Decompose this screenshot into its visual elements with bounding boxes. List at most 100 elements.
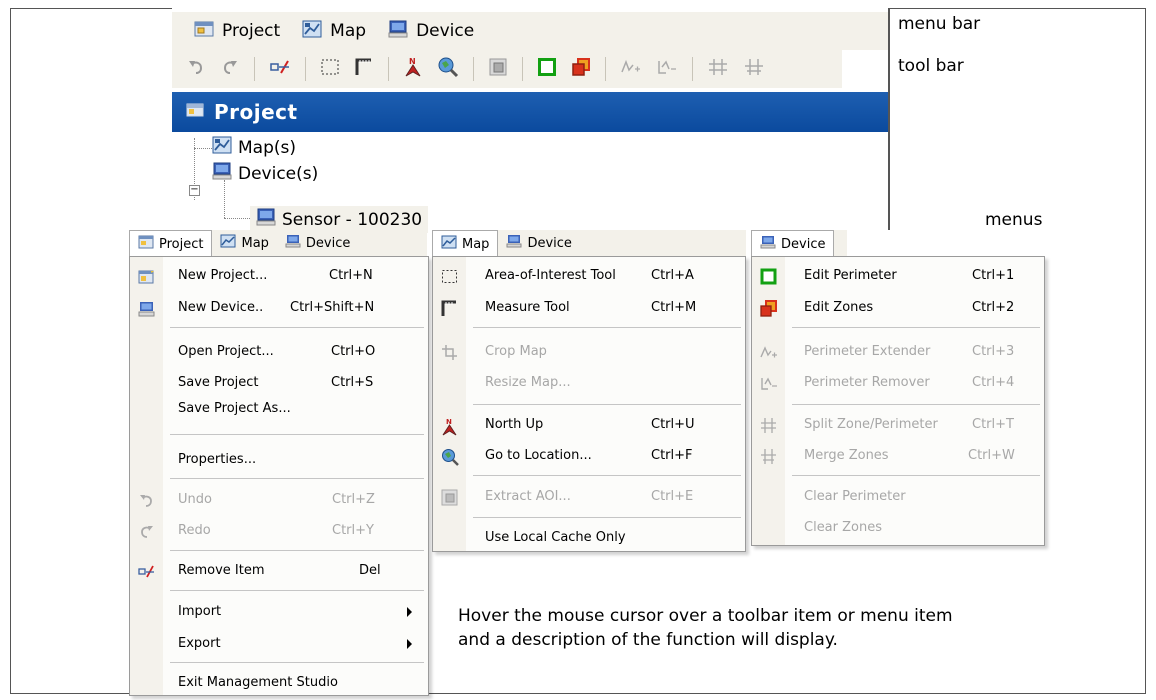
menubar-label: Map <box>330 21 367 41</box>
menu-item-north-up[interactable]: N North Up Ctrl+U <box>433 410 745 440</box>
tree-item-label: Sensor - 100230 <box>282 209 423 230</box>
menu-bar: Project Map Device <box>172 12 888 50</box>
toolbar-separator <box>692 57 693 81</box>
menu-item-measure-tool[interactable]: Measure Tool Ctrl+M <box>433 293 745 323</box>
tab-map[interactable]: Map <box>432 230 499 257</box>
tab-device[interactable]: Device <box>751 230 835 257</box>
menu-item-edit-zones[interactable]: Edit Zones Ctrl+2 <box>752 293 1044 323</box>
menu-item-crop-map[interactable]: Crop Map <box>433 337 745 367</box>
menu-item-undo[interactable]: Undo Ctrl+Z <box>130 485 428 515</box>
menu-item-shortcut: Ctrl+2 <box>972 300 1015 315</box>
menu-item-split-zone[interactable]: Split Zone/Perimeter Ctrl+T <box>752 410 1044 440</box>
menu-item-export[interactable]: Export <box>130 629 428 659</box>
tree-guide-line <box>224 180 225 218</box>
extract-aoi-icon <box>441 489 458 506</box>
menu-item-extract-aoi[interactable]: Extract AOI... Ctrl+E <box>433 482 745 512</box>
extract-aoi-icon[interactable] <box>488 57 508 81</box>
menu-item-use-local-cache[interactable]: Use Local Cache Only <box>433 523 745 553</box>
menu-item-shortcut: Ctrl+Z <box>332 492 375 507</box>
perimeter-extender-icon[interactable] <box>620 57 642 81</box>
remove-item-icon[interactable] <box>269 57 291 81</box>
area-of-interest-icon[interactable] <box>320 57 340 81</box>
menu-item-label: Use Local Cache Only <box>485 530 626 545</box>
project-panel-header: Project <box>172 92 888 132</box>
toolbar-separator <box>605 57 606 81</box>
tab-label: Device <box>305 235 351 251</box>
menu-item-area-of-interest[interactable]: Area-of-Interest Tool Ctrl+A <box>433 261 745 291</box>
callout-menus: menus <box>985 210 1043 230</box>
menu-item-clear-perimeter[interactable]: Clear Perimeter <box>752 482 1044 512</box>
menu-item-new-device[interactable]: New Device.. Ctrl+Shift+N <box>130 293 428 323</box>
menu-separator <box>170 550 424 551</box>
north-up-icon[interactable]: N <box>403 56 423 82</box>
menu-item-properties[interactable]: Properties... <box>130 445 428 475</box>
menu-item-perimeter-remover[interactable]: Perimeter Remover Ctrl+4 <box>752 368 1044 398</box>
go-to-location-icon[interactable] <box>437 56 459 82</box>
device-menu-tabs: Device <box>751 230 847 257</box>
tab-project[interactable]: Project <box>129 230 213 257</box>
tree-collapse-toggle[interactable]: − <box>189 185 200 196</box>
menu-separator <box>792 327 1040 328</box>
toolbar-separator <box>473 57 474 81</box>
svg-text:N: N <box>446 418 452 426</box>
merge-zones-icon[interactable] <box>743 57 765 81</box>
measure-tool-icon[interactable] <box>354 57 374 81</box>
menu-item-label: Import <box>178 604 222 619</box>
menu-item-label: Split Zone/Perimeter <box>804 417 938 432</box>
crop-map-icon <box>441 344 458 361</box>
menu-item-label: Edit Perimeter <box>804 268 897 283</box>
svg-text:N: N <box>409 57 416 66</box>
menu-item-shortcut: Ctrl+M <box>651 300 697 315</box>
menu-item-label: Redo <box>178 523 211 538</box>
menu-separator <box>170 662 424 663</box>
menu-separator <box>473 517 741 518</box>
menu-item-merge-zones[interactable]: Merge Zones Ctrl+W <box>752 441 1044 471</box>
tab-device[interactable]: Device <box>277 230 358 256</box>
map-icon <box>220 234 236 252</box>
menu-separator <box>792 404 1040 405</box>
menu-item-remove-item[interactable]: Remove Item Del <box>130 556 428 586</box>
menu-item-redo[interactable]: Redo Ctrl+Y <box>130 516 428 546</box>
hint-line-2: and a description of the function will d… <box>458 630 838 650</box>
redo-icon[interactable] <box>220 57 240 81</box>
edit-perimeter-icon[interactable] <box>537 57 557 81</box>
tab-label: Device <box>527 235 572 251</box>
menu-item-label: Perimeter Extender <box>804 344 931 359</box>
menu-item-save-project-as[interactable]: Save Project As... <box>130 394 428 424</box>
menu-separator <box>170 590 424 591</box>
menu-item-label: Merge Zones <box>804 448 889 463</box>
project-icon <box>194 20 214 43</box>
menubar-item-map[interactable]: Map <box>302 20 366 43</box>
menu-item-label: Extract AOI... <box>485 489 571 504</box>
menubar-item-device[interactable]: Device <box>388 20 474 43</box>
undo-icon[interactable] <box>186 57 206 81</box>
menu-item-edit-perimeter[interactable]: Edit Perimeter Ctrl+1 <box>752 261 1044 291</box>
tree-item-maps[interactable]: Map(s) <box>212 136 296 159</box>
menu-item-exit[interactable]: Exit Management Studio <box>130 668 428 698</box>
tool-bar: N <box>172 50 842 88</box>
area-of-interest-icon <box>441 268 458 285</box>
tab-label: Map <box>462 236 490 252</box>
submenu-arrow-icon <box>407 639 412 649</box>
tree-item-devices[interactable]: Device(s) <box>212 162 318 185</box>
menubar-item-project[interactable]: Project <box>194 20 280 43</box>
submenu-arrow-icon <box>407 607 412 617</box>
edit-zones-icon[interactable] <box>571 57 591 81</box>
menu-item-resize-map[interactable]: Resize Map... <box>433 368 745 398</box>
split-zone-icon[interactable] <box>707 57 729 81</box>
menu-item-new-project[interactable]: New Project... Ctrl+N <box>130 261 428 291</box>
remove-item-icon <box>138 563 155 580</box>
tree-item-sensor[interactable]: Sensor - 100230 <box>250 206 429 233</box>
menu-item-perimeter-extender[interactable]: Perimeter Extender Ctrl+3 <box>752 337 1044 367</box>
menu-item-go-to-location[interactable]: Go to Location... Ctrl+F <box>433 441 745 471</box>
menu-item-label: Exit Management Studio <box>178 675 338 690</box>
menu-item-import[interactable]: Import <box>130 597 428 627</box>
tab-device[interactable]: Device <box>498 230 579 256</box>
merge-zones-icon <box>760 448 777 465</box>
device-icon <box>760 235 776 253</box>
perimeter-remover-icon[interactable] <box>656 57 678 81</box>
tab-map[interactable]: Map <box>212 230 276 256</box>
menu-item-shortcut: Ctrl+1 <box>972 268 1015 283</box>
menu-item-clear-zones[interactable]: Clear Zones <box>752 513 1044 543</box>
menu-item-open-project[interactable]: Open Project... Ctrl+O <box>130 337 428 367</box>
